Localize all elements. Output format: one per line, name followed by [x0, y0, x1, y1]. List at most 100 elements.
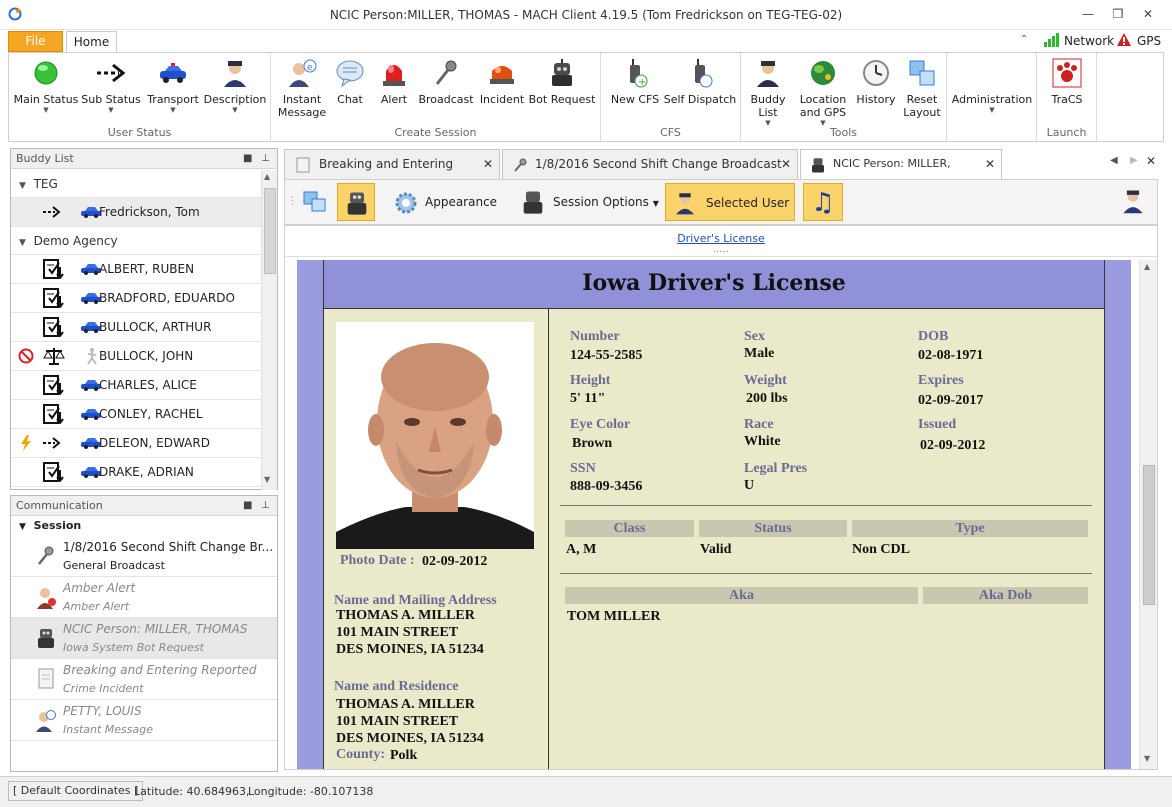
chat-button[interactable]: Chat [329, 57, 371, 106]
home-tab[interactable]: Home [66, 31, 117, 53]
buddy-row[interactable]: CONLEY, RACHEL [11, 400, 261, 429]
comm-item-amber-alert[interactable]: Amber Alert Amber Alert [11, 577, 277, 618]
expand-icon[interactable]: ▼ [19, 238, 26, 248]
tab-scroll-left-icon[interactable]: ◀ [1110, 155, 1118, 166]
buddy-row[interactable]: DELEON, EDWARD [11, 429, 261, 458]
buddy-row[interactable]: BULLOCK, JOHN [11, 342, 261, 371]
restore-button[interactable]: ❐ [1108, 6, 1128, 22]
communication-pin-icon[interactable]: ⊥ [261, 496, 270, 516]
close-tab-icon[interactable]: ✕ [781, 150, 791, 178]
splitter-grip[interactable]: ..... [285, 245, 1157, 255]
arrow-status-icon [43, 206, 61, 218]
bot-request-button[interactable]: Bot Request [527, 57, 597, 106]
collapse-ribbon-icon[interactable]: ⌃ [1020, 34, 1028, 45]
close-tab-icon[interactable]: ✕ [483, 150, 493, 178]
scrollbar-thumb[interactable] [264, 188, 276, 274]
transport-button[interactable]: Transport ▼ [143, 57, 203, 114]
tab-scroll-right-icon[interactable]: ▶ [1130, 155, 1138, 166]
county-value: Polk [390, 748, 418, 763]
green-status-icon [34, 61, 58, 85]
network-status[interactable]: Network [1064, 34, 1114, 48]
tab-broadcast-update[interactable]: 1/8/2016 Second Shift Change Broadcast U… [502, 149, 798, 199]
scroll-down-icon[interactable]: ▼ [1144, 754, 1150, 763]
license-header: Iowa Driver's License [324, 260, 1104, 309]
class-value: A, M [566, 542, 597, 557]
dispatch-status-icon [43, 404, 64, 424]
expand-icon[interactable]: ▼ [19, 522, 26, 532]
appearance-menu[interactable]: Appearance ▼ [389, 183, 505, 246]
buddy-row[interactable]: Fredrickson, Tom [11, 198, 261, 227]
police-car-icon [81, 438, 101, 449]
alert-button[interactable]: Alert [373, 57, 415, 106]
administration-button[interactable]: Administration ▼ [949, 93, 1035, 114]
sound-button[interactable]: ♫ [803, 183, 843, 221]
comm-item-breaking-entering[interactable]: Breaking and Entering Reported Crime Inc… [11, 659, 277, 700]
tab-breaking-entering[interactable]: Breaking and Entering Reported✕ [284, 149, 500, 199]
comm-item-instant-message[interactable]: PETTY, LOUIS Instant Message [11, 700, 277, 741]
height-label: Height [570, 373, 611, 388]
group-administration: Administration ▼ [947, 53, 1037, 141]
selected-user-menu[interactable]: Selected User ▼ [665, 183, 795, 247]
buddy-name: Fredrickson, Tom [99, 205, 200, 219]
race-value: White [744, 434, 781, 449]
buddy-row[interactable]: ALBERT, RUBEN [11, 255, 261, 284]
session-options-menu[interactable]: Session Options ▼ [515, 183, 659, 221]
buddy-list-pin-icon[interactable]: ⊥ [261, 149, 270, 169]
instant-message-button[interactable]: e Instant Message [275, 57, 329, 119]
robot-icon [552, 59, 572, 86]
group-create-session: e Instant Message Chat Alert Broadcast In… [271, 53, 601, 141]
buddy-row[interactable]: BRADFORD, EDUARDO [11, 284, 261, 313]
incident-button[interactable]: Incident [477, 57, 527, 106]
scroll-down-icon[interactable]: ▼ [264, 475, 270, 484]
file-tab[interactable]: File [8, 31, 63, 52]
buddy-row[interactable]: BULLOCK, ARTHUR [11, 313, 261, 342]
history-button[interactable]: History [853, 57, 899, 106]
gps-status[interactable]: GPS [1137, 34, 1161, 48]
expand-icon[interactable]: ▼ [19, 181, 26, 191]
sub-status-button[interactable]: Sub Status ▼ [81, 57, 141, 114]
user-avatar-icon[interactable] [1119, 186, 1147, 216]
weight-label: Weight [744, 373, 787, 388]
communication-maximize-icon[interactable]: ■ [243, 496, 252, 516]
tracs-button[interactable]: TraCS [1041, 57, 1093, 106]
buddy-row[interactable]: CHARLES, ALICE [11, 371, 261, 400]
tab-ncic-person[interactable]: NCIC Person: MILLER, THOMAS✕ [800, 149, 1002, 198]
close-tab-icon[interactable]: ✕ [985, 150, 995, 178]
comm-item-broadcast[interactable]: 1/8/2016 Second Shift Change Br... Gener… [11, 536, 277, 577]
robot-icon [38, 629, 54, 648]
window-layout-button[interactable] [297, 183, 333, 221]
broadcast-button[interactable]: Broadcast [417, 57, 475, 106]
self-dispatch-button[interactable]: Self Dispatch [663, 57, 737, 106]
new-cfs-button[interactable]: + New CFS [607, 57, 663, 106]
reset-layout-button[interactable]: Reset Layout [899, 57, 945, 119]
close-button[interactable]: ✕ [1138, 6, 1158, 22]
close-active-tab-icon[interactable]: ✕ [1146, 154, 1156, 168]
description-button[interactable]: Description ▼ [203, 57, 267, 114]
police-car-icon [160, 63, 186, 83]
buddy-name: DRAKE, ADRIAN [99, 465, 194, 479]
buddy-name: ALBERT, RUBEN [99, 262, 195, 276]
scrollbar-thumb[interactable] [1143, 465, 1155, 605]
buddy-row[interactable]: DRAKE, ADRIAN [11, 458, 261, 487]
buddy-list-scrollbar[interactable]: ▲ ▼ [261, 170, 277, 490]
robot-icon [523, 191, 543, 214]
comm-item-ncic-person[interactable]: NCIC Person: MILLER, THOMAS Iowa System … [11, 618, 277, 659]
buddy-list-button[interactable]: Buddy List ▼ [745, 57, 791, 127]
main-status-button[interactable]: Main Status ▼ [13, 57, 79, 114]
coordinates-box[interactable]: [ Default Coordinates ] [8, 781, 144, 801]
buddy-list-maximize-icon[interactable]: ■ [243, 149, 252, 169]
license-card: Iowa Driver's License Photo Date : 02-09… [297, 260, 1131, 769]
instant-message-icon [36, 710, 56, 732]
expires-value: 02-09-2017 [918, 393, 984, 408]
scroll-up-icon[interactable]: ▲ [1144, 262, 1150, 271]
location-gps-button[interactable]: Location and GPS ▼ [793, 57, 853, 127]
minimize-button[interactable]: — [1078, 6, 1098, 22]
viewer-scrollbar[interactable]: ▲ ▼ [1139, 260, 1157, 769]
group-row-demo-agency[interactable]: ▼ Demo Agency [11, 227, 261, 255]
session-section-header[interactable]: ▼ Session [11, 516, 277, 536]
bot-view-button[interactable] [337, 183, 375, 221]
amber-alert-icon [37, 588, 56, 609]
group-row-teg[interactable]: ▼ TEG [11, 170, 261, 198]
weight-value: 200 lbs [746, 391, 788, 406]
scroll-up-icon[interactable]: ▲ [264, 172, 270, 181]
